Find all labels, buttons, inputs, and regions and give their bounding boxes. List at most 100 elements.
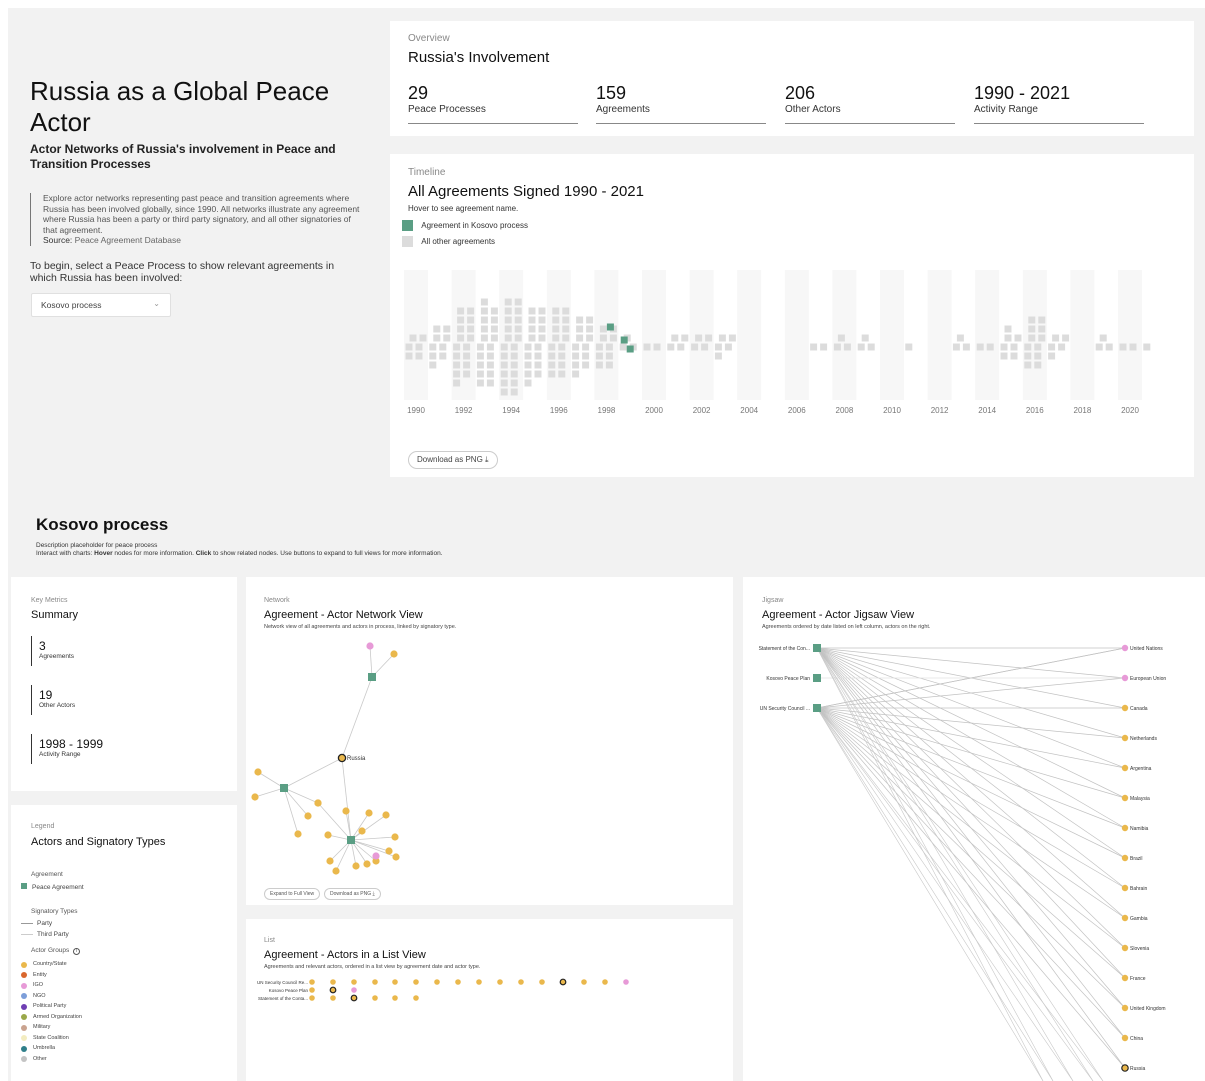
list-actor-dot[interactable] bbox=[330, 995, 336, 1001]
agreement-mark[interactable] bbox=[599, 325, 607, 333]
agreement-mark[interactable] bbox=[500, 370, 508, 378]
agreement-mark[interactable] bbox=[572, 352, 580, 360]
actor-node[interactable] bbox=[363, 860, 371, 868]
agreement-mark[interactable] bbox=[572, 343, 580, 351]
agreement-mark[interactable] bbox=[510, 379, 518, 387]
agreement-mark[interactable] bbox=[453, 343, 461, 351]
actor-node[interactable] bbox=[324, 831, 332, 839]
agreement-mark[interactable] bbox=[463, 370, 471, 378]
agreement-mark[interactable] bbox=[843, 343, 851, 351]
agreement-mark[interactable] bbox=[562, 334, 570, 342]
list-actor-dot[interactable] bbox=[413, 979, 419, 985]
agreement-mark[interactable] bbox=[718, 334, 726, 342]
process-select[interactable]: Kosovo process ⌄ bbox=[31, 293, 171, 317]
agreement-mark[interactable] bbox=[643, 343, 651, 351]
agreement-mark[interactable] bbox=[1034, 361, 1042, 369]
jigsaw-actor-node[interactable] bbox=[1121, 854, 1129, 862]
agreement-mark[interactable] bbox=[500, 388, 508, 396]
agreement-mark[interactable] bbox=[486, 352, 494, 360]
agreement-mark[interactable] bbox=[486, 379, 494, 387]
list-actor-dot[interactable] bbox=[372, 979, 378, 985]
agreement-mark[interactable] bbox=[558, 361, 566, 369]
agreement-mark[interactable] bbox=[1034, 352, 1042, 360]
agreement-mark[interactable] bbox=[605, 343, 613, 351]
agreement-mark[interactable] bbox=[1058, 343, 1066, 351]
timeline-chart[interactable]: 1990 1992 1994 1996 1998 2000 2002 2004 2006 2008… bbox=[390, 262, 1194, 432]
russia-node[interactable] bbox=[337, 753, 347, 763]
agreement-mark[interactable] bbox=[480, 307, 488, 315]
actor-node[interactable] bbox=[385, 847, 393, 855]
agreement-mark[interactable] bbox=[810, 343, 818, 351]
agreement-mark[interactable] bbox=[1028, 325, 1036, 333]
agreement-mark[interactable] bbox=[534, 343, 542, 351]
agreement-mark[interactable] bbox=[986, 343, 994, 351]
agreement-mark[interactable] bbox=[867, 343, 875, 351]
agreement-mark[interactable] bbox=[609, 334, 617, 342]
jigsaw-actor-node[interactable] bbox=[1121, 674, 1129, 682]
agreement-mark[interactable] bbox=[691, 343, 699, 351]
kosovo-agreement-mark[interactable] bbox=[606, 323, 614, 331]
agreement-mark[interactable] bbox=[467, 316, 475, 324]
agreement-mark[interactable] bbox=[524, 352, 532, 360]
list-actor-dot[interactable] bbox=[392, 995, 398, 1001]
agreement-mark[interactable] bbox=[500, 343, 508, 351]
actor-node[interactable] bbox=[366, 642, 374, 650]
jigsaw-agreement-node[interactable] bbox=[813, 674, 821, 682]
jigsaw-agreement-node[interactable] bbox=[813, 704, 821, 712]
agreement-mark[interactable] bbox=[552, 316, 560, 324]
agreement-mark[interactable] bbox=[1004, 334, 1012, 342]
agreement-mark[interactable] bbox=[861, 334, 869, 342]
agreement-mark[interactable] bbox=[419, 334, 427, 342]
agreement-mark[interactable] bbox=[582, 361, 590, 369]
agreement-mark[interactable] bbox=[572, 370, 580, 378]
agreement-mark[interactable] bbox=[1048, 352, 1056, 360]
agreement-mark[interactable] bbox=[595, 343, 603, 351]
agreement-mark[interactable] bbox=[599, 334, 607, 342]
agreement-mark[interactable] bbox=[524, 379, 532, 387]
agreement-mark[interactable] bbox=[1024, 361, 1032, 369]
agreement-mark[interactable] bbox=[467, 334, 475, 342]
actor-node[interactable] bbox=[365, 809, 373, 817]
list-actor-dot[interactable] bbox=[581, 979, 587, 985]
actor-node[interactable] bbox=[332, 867, 340, 875]
agreement-mark[interactable] bbox=[558, 343, 566, 351]
info-icon[interactable]: i bbox=[73, 948, 81, 955]
agreement-mark[interactable] bbox=[453, 370, 461, 378]
agreement-mark[interactable] bbox=[490, 334, 498, 342]
agreement-mark[interactable] bbox=[443, 334, 451, 342]
agreement-mark[interactable] bbox=[1099, 334, 1107, 342]
agreement-mark[interactable] bbox=[1014, 334, 1022, 342]
agreement-mark[interactable] bbox=[534, 352, 542, 360]
agreement-mark[interactable] bbox=[857, 343, 865, 351]
list-actor-dot[interactable] bbox=[372, 995, 378, 1001]
list-actor-dot[interactable] bbox=[309, 979, 315, 985]
agreement-mark[interactable] bbox=[486, 370, 494, 378]
agreement-mark[interactable] bbox=[480, 298, 488, 306]
agreement-mark[interactable] bbox=[548, 361, 556, 369]
list-actor-dot[interactable] bbox=[539, 979, 545, 985]
agreement-mark[interactable] bbox=[457, 334, 465, 342]
agreement-mark[interactable] bbox=[956, 334, 964, 342]
actor-node[interactable] bbox=[294, 830, 302, 838]
agreement-mark[interactable] bbox=[1024, 352, 1032, 360]
agreement-mark[interactable] bbox=[405, 343, 413, 351]
agreement-mark[interactable] bbox=[510, 388, 518, 396]
list-actor-dot[interactable] bbox=[309, 995, 315, 1001]
actor-node[interactable] bbox=[358, 827, 366, 835]
agreement-mark[interactable] bbox=[514, 334, 522, 342]
jigsaw-actor-node[interactable] bbox=[1121, 824, 1129, 832]
jigsaw-actor-node[interactable] bbox=[1121, 764, 1129, 772]
agreement-mark[interactable] bbox=[619, 343, 627, 351]
agreement-mark[interactable] bbox=[476, 370, 484, 378]
agreement-mark[interactable] bbox=[1010, 343, 1018, 351]
agreement-mark[interactable] bbox=[562, 316, 570, 324]
agreement-node[interactable] bbox=[347, 836, 355, 844]
agreement-mark[interactable] bbox=[728, 334, 736, 342]
agreement-mark[interactable] bbox=[514, 298, 522, 306]
agreement-mark[interactable] bbox=[486, 361, 494, 369]
agreement-mark[interactable] bbox=[548, 343, 556, 351]
agreement-mark[interactable] bbox=[562, 307, 570, 315]
jigsaw-actor-node[interactable] bbox=[1121, 734, 1129, 742]
agreement-mark[interactable] bbox=[1034, 343, 1042, 351]
agreement-mark[interactable] bbox=[1004, 325, 1012, 333]
